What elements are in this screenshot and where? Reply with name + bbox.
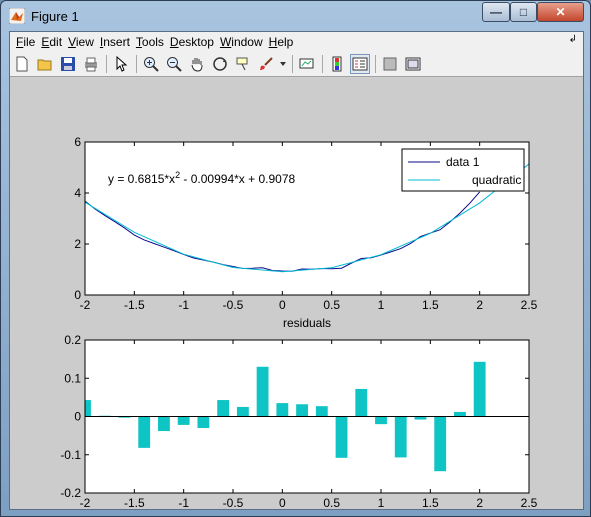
rotate-3d-icon[interactable] [210, 54, 230, 74]
residual-bar [296, 404, 308, 417]
fit-plot-xtick-label: 1.5 [422, 298, 439, 312]
data-cursor-icon[interactable] [233, 54, 253, 74]
maximize-icon: □ [519, 5, 528, 19]
residual-bar [315, 406, 328, 417]
fit-plot-ytick-label: 0 [74, 288, 81, 302]
menu-desktop[interactable]: Desktop [167, 35, 217, 49]
fit-plot-xtick-label: 2.5 [521, 298, 538, 312]
fit-plot-xlabel: residuals [283, 316, 331, 330]
residual-bar [85, 400, 91, 417]
residuals-plot-xtick-label: -0.5 [223, 496, 244, 509]
save-icon[interactable] [58, 54, 78, 74]
pan-hand-icon[interactable] [187, 54, 207, 74]
fit-plot-xtick-label: 0 [279, 298, 286, 312]
menu-help[interactable]: Help [266, 35, 297, 49]
residual-bar [236, 406, 249, 417]
menu-bar: File Edit View Insert Tools Desktop Wind… [10, 32, 583, 51]
residuals-plot-xtick-label: 1.5 [422, 496, 439, 509]
toolbar-separator [322, 54, 323, 73]
residual-bar [355, 388, 368, 417]
residual-bar [335, 416, 348, 458]
residual-bar [473, 361, 486, 417]
residuals-plot-ytick-label: -0.2 [60, 486, 81, 500]
residuals-plot-ytick-label: 0 [74, 410, 81, 424]
residual-bar [177, 416, 190, 425]
figure-client-area: File Edit View Insert Tools Desktop Wind… [9, 31, 584, 510]
residual-bar [434, 416, 447, 472]
residuals-plot-ytick-label: 0.2 [64, 333, 81, 347]
fit-plot-xtick-label: 2 [476, 298, 483, 312]
colorbar-icon[interactable] [327, 54, 347, 74]
figure-canvas[interactable]: -2 -1.5 -1 -0.5 0 0.5 1 1.5 2 2.5 0 2 4 6 y = 0.6815*x… [10, 78, 583, 510]
window-title: Figure 1 [31, 9, 79, 24]
residuals-plot-ytick-label: -0.1 [60, 448, 81, 462]
brush-icon[interactable] [256, 54, 276, 74]
menu-view[interactable]: View [65, 35, 97, 49]
residuals-plot-xtick-label: 1 [378, 496, 385, 509]
residual-bar [256, 366, 269, 417]
maximize-button[interactable]: □ [510, 2, 537, 22]
menu-insert[interactable]: Insert [97, 35, 133, 49]
close-button[interactable]: ✕ [537, 2, 584, 22]
fit-plot-xtick-label: 1 [378, 298, 385, 312]
matlab-logo-icon [9, 8, 25, 24]
legend-icon[interactable] [350, 53, 370, 74]
fit-equation-annotation: y = 0.6815*x2 - 0.00994*x + 0.9078 [108, 170, 295, 186]
toolbar-separator [136, 54, 137, 73]
fit-plot-xtick-label: 0.5 [323, 298, 340, 312]
toolbar-separator [375, 54, 376, 73]
residual-bar [394, 416, 407, 458]
residual-bar [217, 400, 230, 417]
residual-bar [197, 416, 210, 428]
minimize-button[interactable]: — [482, 2, 510, 22]
zoom-out-icon[interactable] [164, 54, 184, 74]
minimize-icon: — [490, 5, 502, 19]
fit-plot-xtick-label: -1.5 [124, 298, 145, 312]
menu-file[interactable]: File [13, 35, 38, 49]
dock-arrow-icon[interactable]: ↲ [569, 34, 577, 45]
residuals-plot-xtick-label: -1.5 [124, 496, 145, 509]
fit-plot-ytick-label: 6 [74, 135, 81, 149]
brush-dropdown-icon[interactable] [279, 54, 287, 74]
fit-plot-ytick-label: 2 [74, 237, 81, 251]
figure-window: Figure 1 — □ ✕ File Edit View Insert Too… [0, 0, 591, 517]
fit-plot-xtick-label: -2 [80, 298, 91, 312]
legend-entry: data 1 [446, 155, 480, 169]
fit-plot-xtick-label: -0.5 [223, 298, 244, 312]
fit-plot-xtick-label: -1 [178, 298, 189, 312]
residuals-plot-xtick-label: 0.5 [323, 496, 340, 509]
legend-entry: quadratic [472, 173, 521, 187]
residual-bar [138, 416, 151, 448]
menu-tools[interactable]: Tools [133, 35, 167, 49]
print-icon[interactable] [81, 54, 101, 74]
link-plot-icon[interactable] [297, 54, 317, 74]
title-bar[interactable]: Figure 1 — □ ✕ [1, 1, 590, 31]
show-plot-tools-icon[interactable] [403, 54, 423, 74]
residuals-plot-xtick-label: -1 [178, 496, 189, 509]
menu-edit[interactable]: Edit [38, 35, 65, 49]
residual-bar [276, 403, 289, 417]
residuals-plot-ytick-label: 0.1 [64, 371, 81, 385]
fit-plot-ytick-label: 4 [74, 186, 81, 200]
close-icon: ✕ [555, 5, 566, 19]
toolbar-separator [106, 54, 107, 73]
residuals-plot-xtick-label: 2 [476, 496, 483, 509]
residuals-plot-xtick-label: -2 [80, 496, 91, 509]
residuals-plot-xtick-label: 0 [279, 496, 286, 509]
new-figure-icon[interactable] [12, 54, 32, 74]
residual-bar [454, 411, 466, 417]
plot-svg[interactable]: -2 -1.5 -1 -0.5 0 0.5 1 1.5 2 2.5 0 2 4 6 y = 0.6815*x… [10, 78, 583, 510]
figure-toolbar [10, 51, 583, 77]
zoom-in-icon[interactable] [141, 54, 161, 74]
menu-window[interactable]: Window [217, 35, 266, 49]
hide-plot-tools-icon[interactable] [380, 54, 400, 74]
edit-plot-arrow-icon[interactable] [111, 54, 131, 74]
residual-bar [158, 416, 170, 432]
toolbar-separator [292, 54, 293, 73]
residual-bar [375, 416, 387, 425]
residuals-plot-xtick-label: 2.5 [521, 496, 538, 509]
open-file-icon[interactable] [35, 54, 55, 74]
